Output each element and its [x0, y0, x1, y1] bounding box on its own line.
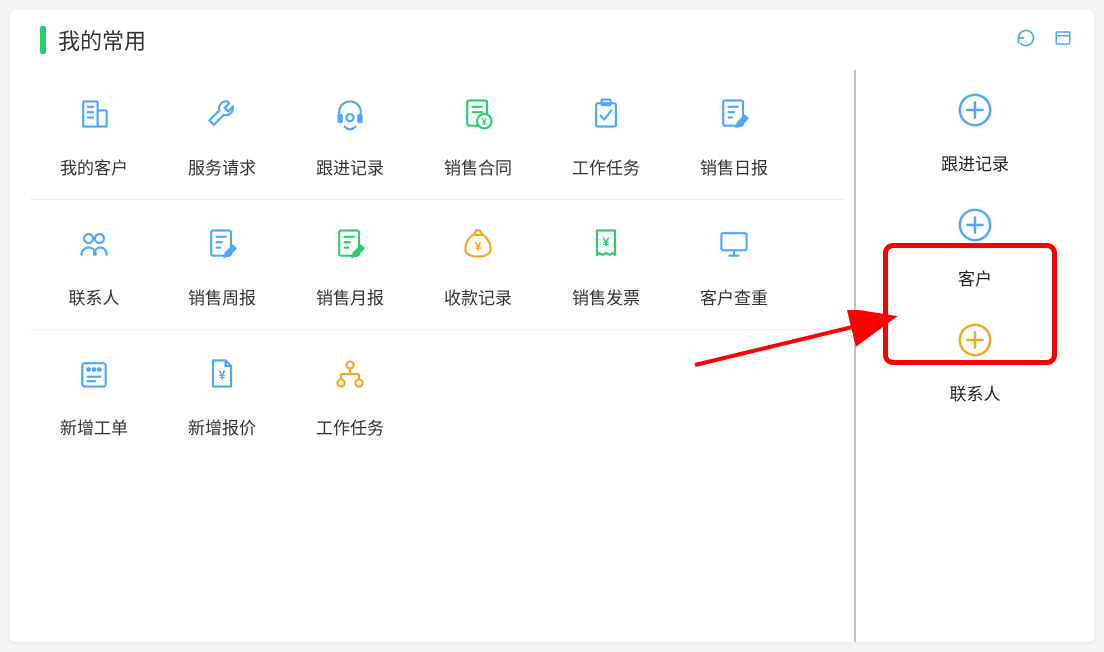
- moneybag-icon: ¥: [414, 224, 542, 264]
- item-label: 收款记录: [414, 284, 542, 309]
- item-label: 服务请求: [158, 154, 286, 179]
- item-sales-weekly[interactable]: 销售周报: [158, 220, 286, 309]
- panel-body: 我的客户 服务请求: [10, 70, 1094, 642]
- item-label: 销售合同: [414, 154, 542, 179]
- clipboard-check-icon: [542, 94, 670, 134]
- svg-text:¥: ¥: [218, 368, 225, 382]
- grid-row: 新增工单 ¥ 新增报价: [30, 350, 844, 459]
- people-icon: [30, 224, 158, 264]
- quick-add-label: 联系人: [950, 380, 1001, 405]
- item-contacts[interactable]: 联系人: [30, 220, 158, 309]
- plus-circle-icon: [950, 320, 1001, 360]
- panel-title: 我的常用: [58, 24, 146, 56]
- receipt-yen-icon: ¥: [542, 224, 670, 264]
- svg-text:¥: ¥: [482, 117, 488, 128]
- item-label: 客户查重: [670, 284, 798, 309]
- favorites-grid: 我的客户 服务请求: [10, 70, 854, 642]
- item-follow-record[interactable]: 跟进记录: [286, 90, 414, 179]
- item-label: 工作任务: [542, 154, 670, 179]
- doc-yen-plain-icon: ¥: [158, 354, 286, 394]
- item-label: 跟进记录: [286, 154, 414, 179]
- item-my-customers[interactable]: 我的客户: [30, 90, 158, 179]
- favorites-panel: 我的常用: [10, 10, 1094, 642]
- quick-add-sidebar: 跟进记录 客户 联系人: [854, 70, 1094, 642]
- title-accent-bar: [40, 26, 46, 54]
- item-payment-record[interactable]: ¥ 收款记录: [414, 220, 542, 309]
- building-icon: [30, 94, 158, 134]
- wrench-icon: [158, 94, 286, 134]
- item-new-ticket[interactable]: 新增工单: [30, 350, 158, 439]
- quick-add-customer[interactable]: 客户: [956, 205, 994, 320]
- item-label: 新增报价: [158, 414, 286, 439]
- panel-header: 我的常用: [10, 10, 1094, 70]
- item-sales-monthly[interactable]: 销售月报: [286, 220, 414, 309]
- item-work-task-2[interactable]: 工作任务: [286, 350, 414, 439]
- item-label: 销售日报: [670, 154, 798, 179]
- doc-yen-icon: ¥: [414, 94, 542, 134]
- title-wrap: 我的常用: [10, 24, 146, 56]
- header-actions: [1016, 28, 1072, 53]
- ticket-icon: [30, 354, 158, 394]
- item-service-request[interactable]: 服务请求: [158, 90, 286, 179]
- headset-icon: [286, 94, 414, 134]
- grid-row: 联系人 销售周报: [30, 220, 844, 330]
- quick-add-label: 跟进记录: [941, 150, 1009, 175]
- grid-row: 我的客户 服务请求: [30, 90, 844, 200]
- item-sales-contract[interactable]: ¥ 销售合同: [414, 90, 542, 179]
- svg-text:¥: ¥: [602, 236, 609, 250]
- plus-circle-icon: [941, 90, 1009, 130]
- item-label: 销售发票: [542, 284, 670, 309]
- item-sales-daily[interactable]: 销售日报: [670, 90, 798, 179]
- plus-circle-icon: [956, 205, 994, 245]
- doc-edit-icon: [158, 224, 286, 264]
- quick-add-contact[interactable]: 联系人: [950, 320, 1001, 435]
- item-new-quote[interactable]: ¥ 新增报价: [158, 350, 286, 439]
- item-sales-invoice[interactable]: ¥ 销售发票: [542, 220, 670, 309]
- monitor-icon: [670, 224, 798, 264]
- item-label: 新增工单: [30, 414, 158, 439]
- doc-edit-icon: [286, 224, 414, 264]
- org-chart-icon: [286, 354, 414, 394]
- item-label: 销售周报: [158, 284, 286, 309]
- doc-edit-icon: [670, 94, 798, 134]
- svg-text:¥: ¥: [475, 240, 482, 253]
- quick-add-follow-record[interactable]: 跟进记录: [941, 90, 1009, 205]
- item-customer-dedup[interactable]: 客户查重: [670, 220, 798, 309]
- item-label: 工作任务: [286, 414, 414, 439]
- maximize-icon[interactable]: [1054, 29, 1072, 52]
- item-label: 销售月报: [286, 284, 414, 309]
- item-label: 联系人: [30, 284, 158, 309]
- refresh-icon[interactable]: [1016, 28, 1036, 53]
- quick-add-label: 客户: [956, 265, 994, 290]
- item-work-task[interactable]: 工作任务: [542, 90, 670, 179]
- item-label: 我的客户: [30, 154, 158, 179]
